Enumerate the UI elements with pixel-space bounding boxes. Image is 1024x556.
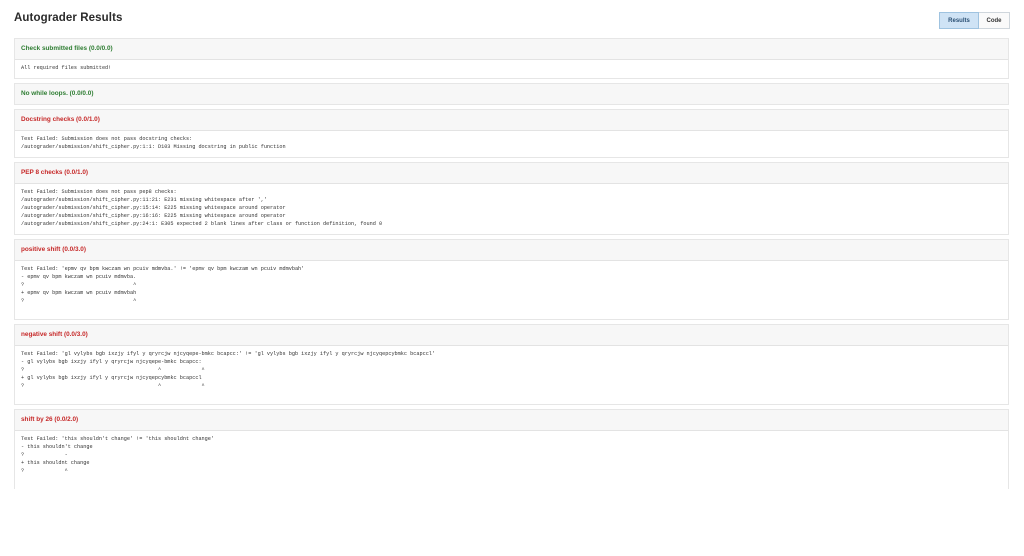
- page-title: Autograder Results: [14, 12, 123, 24]
- test-case: Check submitted files (0.0/0.0) All requ…: [14, 38, 1009, 79]
- test-output: Test Failed: 'epmv qv bpm kwczam wn pcui…: [21, 266, 305, 304]
- test-output: Test Failed: Submission does not pass pe…: [21, 189, 383, 227]
- test-case: negative shift (0.0/3.0) Test Failed: 'g…: [14, 324, 1009, 405]
- test-case: PEP 8 checks (0.0/1.0) Test Failed: Subm…: [14, 162, 1009, 235]
- results-tab-button[interactable]: Results: [939, 12, 979, 29]
- code-tab-button[interactable]: Code: [979, 12, 1010, 29]
- test-output: Test Failed: 'this shouldn't change' != …: [21, 436, 215, 474]
- test-title[interactable]: Check submitted files (0.0/0.0): [15, 39, 1008, 60]
- test-output: Test Failed: Submission does not pass do…: [21, 136, 286, 150]
- test-title[interactable]: shift by 26 (0.0/2.0): [15, 410, 1008, 431]
- header: Autograder Results Results Code: [0, 0, 1024, 38]
- test-title[interactable]: No while loops. (0.0/0.0): [15, 84, 1008, 104]
- test-case: Docstring checks (0.0/1.0) Test Failed: …: [14, 109, 1009, 158]
- test-title[interactable]: negative shift (0.0/3.0): [15, 325, 1008, 346]
- test-output: All required files submitted!: [21, 65, 112, 71]
- test-case: No while loops. (0.0/0.0): [14, 83, 1009, 105]
- test-case: shift by 26 (0.0/2.0) Test Failed: 'this…: [14, 409, 1009, 489]
- test-case: positive shift (0.0/3.0) Test Failed: 'e…: [14, 239, 1009, 320]
- test-title[interactable]: PEP 8 checks (0.0/1.0): [15, 163, 1008, 184]
- view-toggle: Results Code: [939, 12, 1010, 29]
- test-output: Test Failed: 'gl vylybs bgb ixzjy ifyl y…: [21, 351, 436, 389]
- test-title[interactable]: Docstring checks (0.0/1.0): [15, 110, 1008, 131]
- test-results-list: Check submitted files (0.0/0.0) All requ…: [14, 38, 1009, 489]
- test-title[interactable]: positive shift (0.0/3.0): [15, 240, 1008, 261]
